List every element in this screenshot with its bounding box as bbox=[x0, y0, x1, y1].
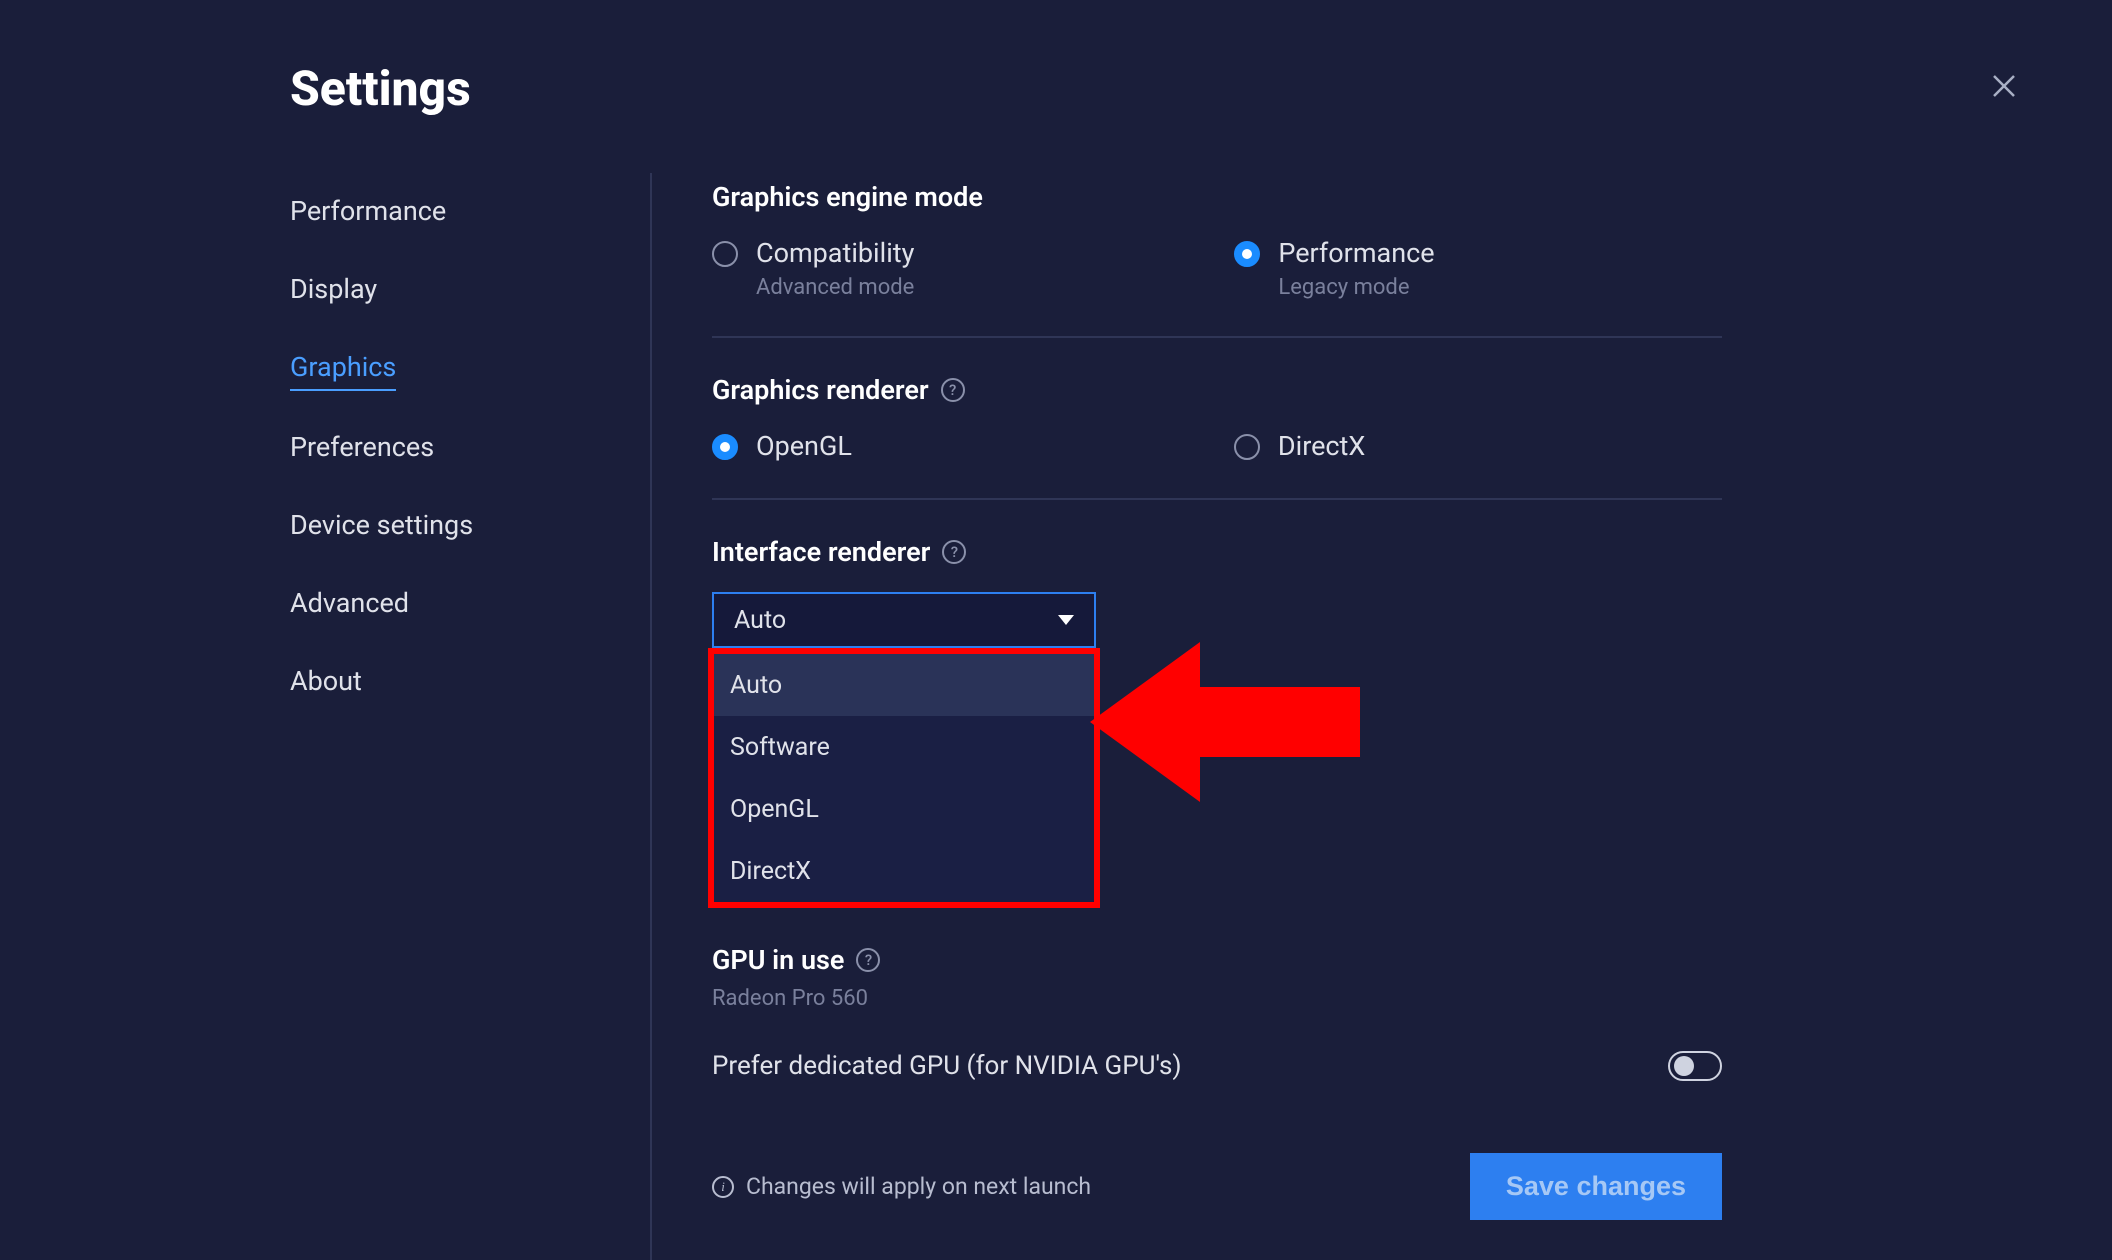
dropdown-menu: Auto Software OpenGL DirectX bbox=[708, 648, 1100, 908]
radio-icon bbox=[1234, 434, 1260, 460]
divider bbox=[712, 336, 1722, 338]
vertical-divider bbox=[650, 173, 652, 1260]
sidebar-item-preferences[interactable]: Preferences bbox=[290, 417, 434, 477]
dropdown-option-auto[interactable]: Auto bbox=[714, 654, 1094, 716]
info-message: i Changes will apply on next launch bbox=[712, 1173, 1091, 1200]
sidebar-item-device-settings[interactable]: Device settings bbox=[290, 495, 473, 555]
section-title-gpu-label: GPU in use bbox=[712, 944, 844, 976]
section-title-interface-renderer-label: Interface renderer bbox=[712, 536, 930, 568]
settings-sidebar: Performance Display Graphics Preferences… bbox=[290, 173, 650, 1260]
interface-renderer-dropdown: Auto Auto Software OpenGL DirectX bbox=[712, 592, 1096, 648]
radio-engine-performance[interactable]: Performance Legacy mode bbox=[1234, 237, 1434, 300]
dropdown-option-opengl[interactable]: OpenGL bbox=[714, 778, 1094, 840]
prefer-dedicated-gpu-label: Prefer dedicated GPU (for NVIDIA GPU's) bbox=[712, 1051, 1182, 1081]
section-title-interface-renderer: Interface renderer ? bbox=[712, 536, 1722, 568]
help-icon[interactable]: ? bbox=[856, 948, 880, 972]
radio-renderer-directx[interactable]: DirectX bbox=[1234, 430, 1365, 462]
radio-label-performance: Performance bbox=[1278, 237, 1434, 269]
radio-icon bbox=[1234, 241, 1260, 267]
sidebar-item-display[interactable]: Display bbox=[290, 259, 377, 319]
prefer-dedicated-gpu-toggle[interactable] bbox=[1668, 1051, 1722, 1081]
radio-label-opengl: OpenGL bbox=[756, 430, 852, 462]
section-title-renderer-label: Graphics renderer bbox=[712, 374, 929, 406]
section-title-renderer: Graphics renderer ? bbox=[712, 374, 1722, 406]
close-button[interactable] bbox=[1986, 68, 2022, 104]
radio-engine-compatibility[interactable]: Compatibility Advanced mode bbox=[712, 237, 914, 300]
help-icon[interactable]: ? bbox=[942, 540, 966, 564]
section-title-engine-mode: Graphics engine mode bbox=[712, 181, 1722, 213]
divider bbox=[712, 498, 1722, 500]
dropdown-selected-value: Auto bbox=[734, 606, 786, 635]
info-text-label: Changes will apply on next launch bbox=[746, 1173, 1091, 1200]
radio-icon bbox=[712, 241, 738, 267]
help-icon[interactable]: ? bbox=[941, 378, 965, 402]
content-panel: Graphics engine mode Compatibility Advan… bbox=[712, 173, 1812, 1260]
radio-sublabel-compatibility: Advanced mode bbox=[756, 275, 914, 300]
gpu-value: Radeon Pro 560 bbox=[712, 986, 1722, 1011]
sidebar-item-graphics[interactable]: Graphics bbox=[290, 337, 396, 391]
sidebar-item-about[interactable]: About bbox=[290, 651, 362, 711]
section-title-gpu: GPU in use ? bbox=[712, 944, 1722, 976]
section-title-engine-mode-label: Graphics engine mode bbox=[712, 181, 983, 213]
close-icon bbox=[1989, 71, 2019, 101]
info-icon: i bbox=[712, 1176, 734, 1198]
page-title: Settings bbox=[290, 60, 2052, 117]
sidebar-item-advanced[interactable]: Advanced bbox=[290, 573, 409, 633]
radio-renderer-opengl[interactable]: OpenGL bbox=[712, 430, 852, 462]
dropdown-trigger[interactable]: Auto bbox=[712, 592, 1096, 648]
radio-sublabel-performance: Legacy mode bbox=[1278, 275, 1434, 300]
radio-label-directx: DirectX bbox=[1278, 430, 1365, 462]
toggle-knob bbox=[1674, 1056, 1694, 1076]
sidebar-item-performance[interactable]: Performance bbox=[290, 181, 446, 241]
dropdown-option-directx[interactable]: DirectX bbox=[714, 840, 1094, 902]
radio-icon bbox=[712, 434, 738, 460]
save-changes-button[interactable]: Save changes bbox=[1470, 1153, 1722, 1220]
dropdown-option-software[interactable]: Software bbox=[714, 716, 1094, 778]
chevron-down-icon bbox=[1058, 615, 1074, 625]
radio-label-compatibility: Compatibility bbox=[756, 237, 914, 269]
